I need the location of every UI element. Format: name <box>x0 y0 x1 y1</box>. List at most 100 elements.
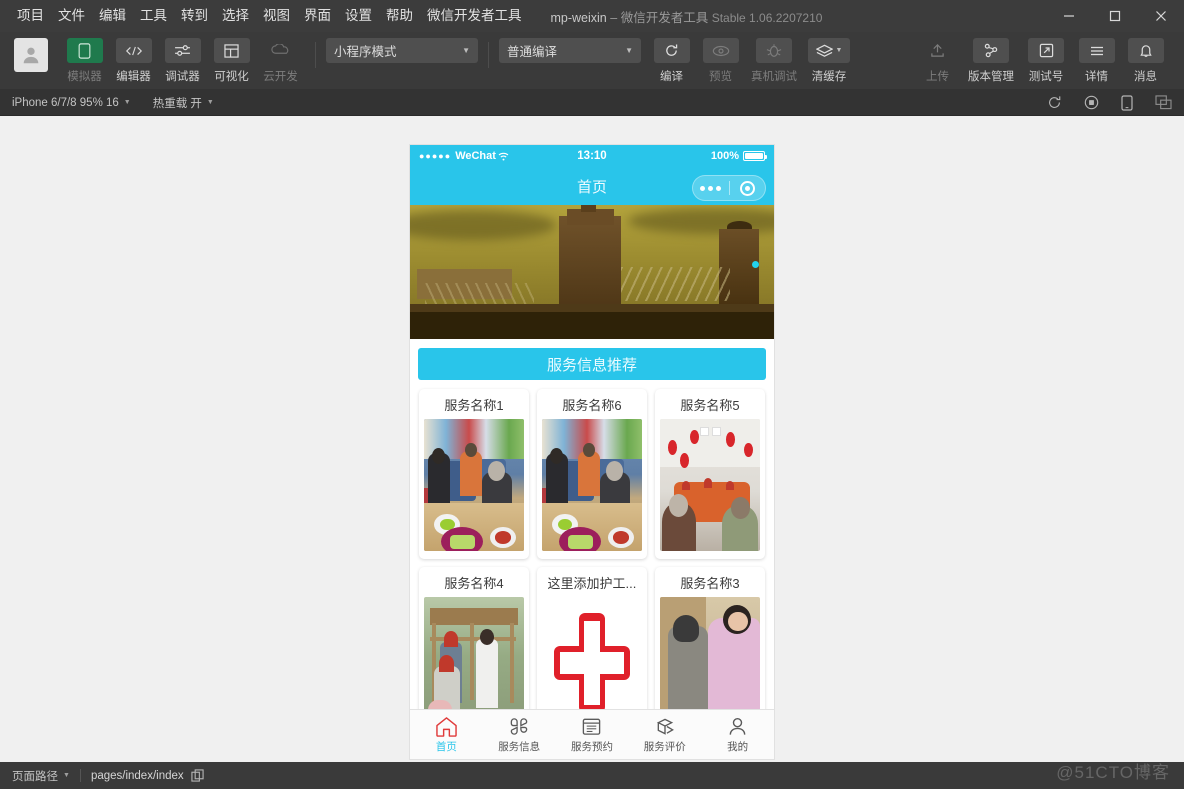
toolbar-simulator[interactable]: 模拟器 <box>60 38 109 84</box>
calendar-icon <box>581 716 602 737</box>
section-header: 服务信息推荐 <box>418 348 766 380</box>
banner-truss <box>621 267 730 302</box>
menu-item-file[interactable]: 文件 <box>51 0 92 32</box>
wifi-icon <box>498 152 509 161</box>
toolbar-clearcache-label: 清缓存 <box>812 68 847 84</box>
toolbar-divider-1 <box>315 42 316 68</box>
chevron-down-icon: ▼ <box>63 772 70 779</box>
toolbar-simulator-label: 模拟器 <box>67 68 102 84</box>
toolbar-editor[interactable]: 编辑器 <box>109 38 158 84</box>
banner-left-truss <box>425 283 534 304</box>
battery-icon <box>743 151 765 161</box>
carrier-label: WeChat <box>455 150 496 162</box>
watermark: @51CTO博客 <box>1056 758 1170 783</box>
menu-item-interface[interactable]: 界面 <box>297 0 338 32</box>
title-bar: 项目 文件 编辑 工具 转到 选择 视图 界面 设置 帮助 微信开发者工具 mp… <box>0 0 1184 32</box>
toolbar-messages[interactable]: 消息 <box>1121 38 1170 84</box>
tab-service-booking[interactable]: 服务预约 <box>556 716 629 754</box>
red-cross-icon <box>554 613 630 713</box>
toolbar-visual[interactable]: 可视化 <box>207 38 256 84</box>
banner-bridge-deck <box>410 304 774 312</box>
menu-item-edit[interactable]: 编辑 <box>92 0 133 32</box>
tab-service-booking-label: 服务预约 <box>571 739 613 754</box>
menu-item-tools[interactable]: 工具 <box>133 0 174 32</box>
menu-item-select[interactable]: 选择 <box>215 0 256 32</box>
lantern-room-photo <box>660 419 760 551</box>
device-status-bar: ●●●●● WeChat 13:10 100% <box>410 145 774 167</box>
app-nav-bar: 首页 <box>410 167 774 205</box>
capsule-button[interactable] <box>692 175 766 201</box>
toolbar-editor-label: 编辑器 <box>116 68 151 84</box>
status-divider <box>80 769 81 782</box>
service-card[interactable]: 服务名称5 <box>651 385 769 563</box>
toolbar-compile[interactable]: 编译 <box>647 38 696 84</box>
mobile-icon[interactable] <box>1121 95 1133 111</box>
hot-reload-selector[interactable]: 热重载 开 ▼ <box>153 95 214 111</box>
service-card-title: 服务名称5 <box>660 395 760 414</box>
status-right: 100% <box>711 150 765 162</box>
device-selector[interactable]: iPhone 6/7/8 95% 16 ▼ <box>12 97 131 109</box>
banner-image[interactable] <box>410 205 774 339</box>
refresh-icon[interactable] <box>1047 95 1062 110</box>
toolbar-testaccount-label: 测试号 <box>1029 68 1064 84</box>
toolbar-testaccount[interactable]: 测试号 <box>1020 38 1072 84</box>
bell-icon <box>1128 38 1164 63</box>
more-icon[interactable] <box>693 186 729 191</box>
toolbar-messages-label: 消息 <box>1134 68 1157 84</box>
window-title-project: mp-weixin <box>551 11 607 25</box>
windows-icon[interactable] <box>1155 95 1172 110</box>
toolbar-realdebug[interactable]: 真机调试 <box>745 38 803 84</box>
mode-select[interactable]: 小程序模式 ▼ <box>326 38 478 63</box>
cloud-icon <box>263 38 299 63</box>
compile-select[interactable]: 普通编译 ▼ <box>499 38 641 63</box>
close-button[interactable] <box>1138 0 1184 32</box>
phone-icon <box>67 38 103 63</box>
avatar[interactable] <box>14 38 48 72</box>
elderly-dining-photo <box>542 419 642 551</box>
banner-indicator-dot[interactable] <box>752 261 759 268</box>
toolbar-divider-2 <box>488 42 489 68</box>
tab-home[interactable]: 首页 <box>410 716 483 754</box>
maximize-button[interactable] <box>1092 0 1138 32</box>
service-card[interactable]: 服务名称1 <box>415 385 533 563</box>
target-icon[interactable] <box>730 181 766 196</box>
grid-icon <box>508 716 530 737</box>
chevron-down-icon: ▼ <box>625 46 633 55</box>
menu-item-view[interactable]: 视图 <box>256 0 297 32</box>
page-path-label: 页面路径 <box>12 768 58 784</box>
tab-profile-label: 我的 <box>727 739 748 754</box>
toolbar-clearcache[interactable]: ▼ 清缓存 <box>803 38 855 84</box>
minimize-button[interactable] <box>1046 0 1092 32</box>
tab-profile[interactable]: 我的 <box>701 716 774 754</box>
toolbar-preview[interactable]: 预览 <box>696 38 745 84</box>
banner-spire <box>581 205 596 212</box>
toolbar-details[interactable]: 详情 <box>1072 38 1121 84</box>
toolbar-version[interactable]: 版本管理 <box>962 38 1020 84</box>
menu-item-settings[interactable]: 设置 <box>338 0 379 32</box>
external-link-icon <box>1028 38 1064 63</box>
service-card[interactable]: 服务名称6 <box>533 385 651 563</box>
upload-icon <box>920 38 956 63</box>
service-card-title: 服务名称4 <box>424 573 524 592</box>
copy-icon[interactable] <box>191 769 204 782</box>
record-icon[interactable] <box>1084 95 1099 110</box>
menu-item-project[interactable]: 项目 <box>10 0 51 32</box>
home-icon <box>435 716 458 737</box>
service-card-grid: 服务名称1 服务名称6 <box>410 380 774 741</box>
menu-item-help[interactable]: 帮助 <box>379 0 420 32</box>
toolbar-upload[interactable]: 上传 <box>913 38 962 84</box>
window-controls <box>1046 0 1184 32</box>
menu-item-devtools[interactable]: 微信开发者工具 <box>420 0 529 32</box>
toolbar-debugger[interactable]: 调试器 <box>158 38 207 84</box>
tab-service-info[interactable]: 服务信息 <box>483 716 556 754</box>
toolbar-cloud[interactable]: 云开发 <box>256 38 305 84</box>
eye-icon <box>703 38 739 63</box>
bug-icon <box>756 38 792 63</box>
toolbar-preview-label: 预览 <box>709 68 732 84</box>
work-area: ●●●●● WeChat 13:10 100% 首页 <box>0 116 1184 762</box>
menu-item-goto[interactable]: 转到 <box>174 0 215 32</box>
toolbar-visual-label: 可视化 <box>214 68 249 84</box>
tab-service-review[interactable]: 服务评价 <box>628 716 701 754</box>
service-card-title: 服务名称3 <box>660 573 760 592</box>
page-path-selector[interactable]: 页面路径 ▼ <box>12 768 70 784</box>
